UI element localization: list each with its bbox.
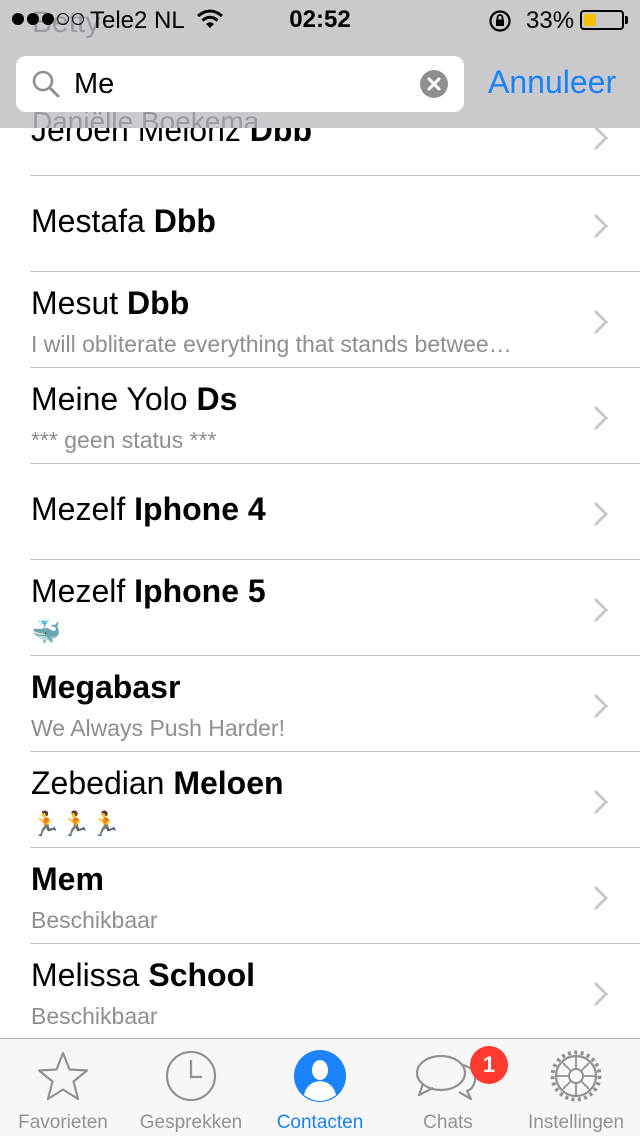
contact-name: Mem — [31, 861, 104, 897]
battery-cap — [625, 16, 628, 24]
cancel-button[interactable]: Annuleer — [488, 64, 616, 101]
tab-label: Gesprekken — [139, 1112, 243, 1133]
contact-name: Mesut Dbb — [31, 285, 190, 321]
chevron-right-icon — [593, 885, 609, 911]
chevron-right-icon — [593, 309, 609, 335]
list-item[interactable]: Mesut Dbb I will obliterate everything t… — [0, 272, 640, 368]
contact-name: Mezelf Iphone 4 — [31, 491, 266, 527]
contact-name: Meine Yolo Ds — [31, 381, 238, 417]
list-item[interactable]: Mestafa Dbb — [0, 176, 640, 272]
search-input[interactable] — [74, 68, 414, 101]
tab-label: Contacten — [276, 1112, 364, 1133]
battery-percentage: 33% — [526, 7, 575, 34]
tab-label: Instellingen — [527, 1112, 625, 1133]
search-field[interactable] — [16, 56, 464, 112]
list-item[interactable]: Jeroen Melonz Dbb — [0, 128, 640, 176]
tab-contacten[interactable]: Contacten — [256, 1039, 384, 1136]
contact-status: *** geen status *** — [31, 427, 217, 453]
contact-name: Jeroen Melonz Dbb — [31, 128, 312, 148]
contact-status: Beschikbaar — [31, 907, 158, 933]
list-item[interactable]: Mezelf Iphone 5 🐳 — [0, 560, 640, 656]
list-item[interactable]: Mezelf Iphone 4 — [0, 464, 640, 560]
chevron-right-icon — [593, 501, 609, 527]
tab-favorieten[interactable]: Favorieten — [0, 1039, 126, 1136]
clear-search-icon[interactable] — [420, 70, 448, 98]
list-item[interactable]: Megabasr We Always Push Harder! — [0, 656, 640, 752]
tab-bar: Favorieten Gesprekken Contacten 1 Chats — [0, 1038, 640, 1136]
unread-badge: 1 — [470, 1046, 508, 1084]
chevron-right-icon — [593, 789, 609, 815]
signal-strength-icon — [12, 13, 84, 25]
contact-status: We Always Push Harder! — [31, 715, 285, 741]
chevron-right-icon — [593, 981, 609, 1007]
contacts-list: Jeroen Melonz Dbb Mestafa Dbb Mesut Dbb … — [0, 128, 640, 1038]
contacts-icon — [294, 1050, 346, 1102]
star-icon — [37, 1051, 89, 1101]
rotation-lock-icon — [489, 10, 511, 32]
contact-name: Megabasr — [31, 669, 181, 705]
tab-chats[interactable]: 1 Chats — [384, 1039, 512, 1136]
chevron-right-icon — [593, 693, 609, 719]
chevron-right-icon — [593, 405, 609, 431]
list-item[interactable]: Meine Yolo Ds *** geen status *** — [0, 368, 640, 464]
contact-name: Melissa School — [31, 957, 256, 993]
list-item[interactable]: Mem Beschikbaar — [0, 848, 640, 944]
close-icon — [427, 77, 441, 91]
gear-icon — [550, 1050, 602, 1102]
contact-status: I will obliterate everything that stands… — [31, 331, 512, 357]
tab-instellingen[interactable]: Instellingen — [512, 1039, 640, 1136]
contact-name: Mezelf Iphone 5 — [31, 573, 266, 609]
contact-status: 🐳 — [31, 619, 61, 646]
tab-label: Chats — [423, 1112, 473, 1133]
carrier-name: Tele2 NL — [90, 7, 185, 34]
chevron-right-icon — [593, 128, 609, 151]
chevron-right-icon — [593, 597, 609, 623]
tab-gesprekken[interactable]: Gesprekken — [126, 1039, 256, 1136]
search-header: Betty Daniëlle Boekema Tele2 NL 02:52 33… — [0, 0, 640, 128]
battery-icon — [580, 10, 624, 30]
contact-status: Beschikbaar — [31, 1003, 158, 1029]
list-item[interactable]: Zebedian Meloen 🏃🏃🏃 — [0, 752, 640, 848]
search-icon — [32, 70, 60, 98]
contact-name: Mestafa Dbb — [31, 203, 216, 239]
status-bar: Tele2 NL 02:52 33% — [0, 0, 640, 40]
clock-icon — [165, 1050, 217, 1102]
wifi-icon — [197, 9, 223, 28]
tab-label: Favorieten — [18, 1112, 108, 1133]
battery-level — [584, 14, 596, 26]
list-item[interactable]: Melissa School Beschikbaar — [0, 944, 640, 1038]
chevron-right-icon — [593, 213, 609, 239]
contact-status: 🏃🏃🏃 — [31, 811, 121, 838]
contact-name: Zebedian Meloen — [31, 765, 284, 801]
